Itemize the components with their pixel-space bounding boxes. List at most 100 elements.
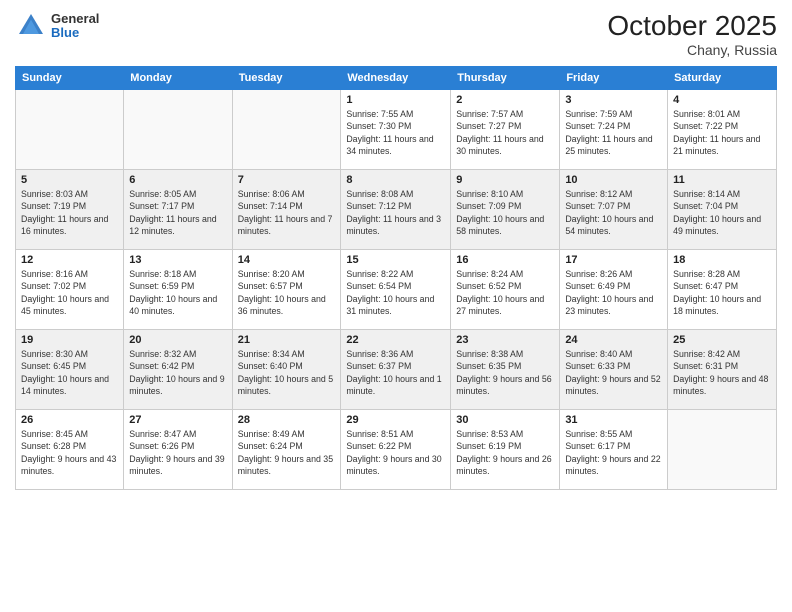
table-row: 21Sunrise: 8:34 AM Sunset: 6:40 PM Dayli…: [232, 330, 341, 410]
table-row: 5Sunrise: 8:03 AM Sunset: 7:19 PM Daylig…: [16, 170, 124, 250]
table-row: 25 Sunrise: 8:42 AM Sunset: 6:31 PM Dayli…: [668, 330, 777, 410]
day-number: 29: [346, 414, 445, 426]
table-row: 3Sunrise: 7:59 AM Sunset: 7:24 PM Daylig…: [560, 90, 668, 170]
day-number: 1: [346, 94, 445, 106]
day-info: Sunrise: 8:34 AM Sunset: 6:40 PM Dayligh…: [238, 348, 336, 397]
col-monday: Monday: [124, 67, 232, 90]
table-row: 1Sunrise: 7:55 AM Sunset: 7:30 PM Daylig…: [341, 90, 451, 170]
day-info: Sunrise: 8:08 AM Sunset: 7:12 PM Dayligh…: [346, 188, 445, 237]
table-row: 23 Sunrise: 8:38 AM Sunset: 6:35 PM Dayli…: [451, 330, 560, 410]
day-number: 31: [565, 414, 662, 426]
day-number: 16: [456, 254, 554, 266]
col-sunday: Sunday: [16, 67, 124, 90]
day-info: Sunrise: 8:40 AM Sunset: 6:33 PM Dayligh…: [565, 348, 662, 397]
day-number: 6: [129, 174, 226, 186]
day-info: Sunrise: 8:28 AM Sunset: 6:47 PM Dayligh…: [673, 268, 771, 317]
logo-icon: [15, 10, 47, 42]
day-number: 30: [456, 414, 554, 426]
day-info: Sunrise: 8:47 AM Sunset: 6:26 PM Dayligh…: [129, 428, 226, 477]
day-number: 24: [565, 334, 662, 346]
day-number: 5: [21, 174, 118, 186]
logo-blue: Blue: [51, 26, 99, 40]
table-row: 26Sunrise: 8:45 AM Sunset: 6:28 PM Dayli…: [16, 410, 124, 490]
calendar-header: Sunday Monday Tuesday Wednesday Thursday…: [16, 67, 777, 90]
day-info: Sunrise: 8:51 AM Sunset: 6:22 PM Dayligh…: [346, 428, 445, 477]
day-number: 9: [456, 174, 554, 186]
col-tuesday: Tuesday: [232, 67, 341, 90]
day-info: Sunrise: 8:49 AM Sunset: 6:24 PM Dayligh…: [238, 428, 336, 477]
table-row: 2 Sunrise: 7:57 AM Sunset: 7:27 PM Daylig…: [451, 90, 560, 170]
day-info: Sunrise: 8:26 AM Sunset: 6:49 PM Dayligh…: [565, 268, 662, 317]
day-number: 27: [129, 414, 226, 426]
table-row: 8 Sunrise: 8:08 AM Sunset: 7:12 PM Daylig…: [341, 170, 451, 250]
day-number: 14: [238, 254, 336, 266]
day-info: Sunrise: 8:30 AM Sunset: 6:45 PM Dayligh…: [21, 348, 118, 397]
title-block: October 2025 Chany, Russia: [607, 10, 777, 58]
col-saturday: Saturday: [668, 67, 777, 90]
table-row: [668, 410, 777, 490]
table-row: 6Sunrise: 8:05 AM Sunset: 7:17 PM Daylig…: [124, 170, 232, 250]
header-row: Sunday Monday Tuesday Wednesday Thursday…: [16, 67, 777, 90]
calendar-row: 19Sunrise: 8:30 AM Sunset: 6:45 PM Dayli…: [16, 330, 777, 410]
day-info: Sunrise: 8:53 AM Sunset: 6:19 PM Dayligh…: [456, 428, 554, 477]
day-number: 23: [456, 334, 554, 346]
calendar: Sunday Monday Tuesday Wednesday Thursday…: [15, 66, 777, 490]
day-info: Sunrise: 8:01 AM Sunset: 7:22 PM Dayligh…: [673, 108, 771, 157]
day-number: 15: [346, 254, 445, 266]
day-info: Sunrise: 7:57 AM Sunset: 7:27 PM Dayligh…: [456, 108, 554, 157]
day-info: Sunrise: 8:10 AM Sunset: 7:09 PM Dayligh…: [456, 188, 554, 237]
table-row: 16 Sunrise: 8:24 AM Sunset: 6:52 PM Dayli…: [451, 250, 560, 330]
table-row: 12 Sunrise: 8:16 AM Sunset: 7:02 PM Dayli…: [16, 250, 124, 330]
day-number: 12: [21, 254, 118, 266]
day-number: 13: [129, 254, 226, 266]
header: General Blue October 2025 Chany, Russia: [15, 10, 777, 58]
day-number: 2: [456, 94, 554, 106]
day-number: 20: [129, 334, 226, 346]
col-thursday: Thursday: [451, 67, 560, 90]
day-number: 22: [346, 334, 445, 346]
table-row: 29 Sunrise: 8:51 AM Sunset: 6:22 PM Dayli…: [341, 410, 451, 490]
calendar-body: 1Sunrise: 7:55 AM Sunset: 7:30 PM Daylig…: [16, 90, 777, 490]
day-number: 26: [21, 414, 118, 426]
table-row: 13 Sunrise: 8:18 AM Sunset: 6:59 PM Dayli…: [124, 250, 232, 330]
day-number: 4: [673, 94, 771, 106]
calendar-row: 1Sunrise: 7:55 AM Sunset: 7:30 PM Daylig…: [16, 90, 777, 170]
day-number: 10: [565, 174, 662, 186]
table-row: 28 Sunrise: 8:49 AM Sunset: 6:24 PM Dayli…: [232, 410, 341, 490]
month-year: October 2025: [607, 10, 777, 42]
day-info: Sunrise: 8:18 AM Sunset: 6:59 PM Dayligh…: [129, 268, 226, 317]
page: General Blue October 2025 Chany, Russia …: [0, 0, 792, 612]
table-row: 31Sunrise: 8:55 AM Sunset: 6:17 PM Dayli…: [560, 410, 668, 490]
day-info: Sunrise: 8:14 AM Sunset: 7:04 PM Dayligh…: [673, 188, 771, 237]
logo: General Blue: [15, 10, 99, 42]
table-row: 11Sunrise: 8:14 AM Sunset: 7:04 PM Dayli…: [668, 170, 777, 250]
day-info: Sunrise: 8:42 AM Sunset: 6:31 PM Dayligh…: [673, 348, 771, 397]
calendar-row: 12 Sunrise: 8:16 AM Sunset: 7:02 PM Dayli…: [16, 250, 777, 330]
day-info: Sunrise: 8:24 AM Sunset: 6:52 PM Dayligh…: [456, 268, 554, 317]
table-row: 15 Sunrise: 8:22 AM Sunset: 6:54 PM Dayli…: [341, 250, 451, 330]
day-number: 18: [673, 254, 771, 266]
day-number: 8: [346, 174, 445, 186]
day-number: 25: [673, 334, 771, 346]
day-number: 28: [238, 414, 336, 426]
table-row: [124, 90, 232, 170]
table-row: [16, 90, 124, 170]
day-info: Sunrise: 8:38 AM Sunset: 6:35 PM Dayligh…: [456, 348, 554, 397]
table-row: 20Sunrise: 8:32 AM Sunset: 6:42 PM Dayli…: [124, 330, 232, 410]
table-row: 7Sunrise: 8:06 AM Sunset: 7:14 PM Daylig…: [232, 170, 341, 250]
calendar-row: 5Sunrise: 8:03 AM Sunset: 7:19 PM Daylig…: [16, 170, 777, 250]
table-row: 14Sunrise: 8:20 AM Sunset: 6:57 PM Dayli…: [232, 250, 341, 330]
table-row: 27 Sunrise: 8:47 AM Sunset: 6:26 PM Dayli…: [124, 410, 232, 490]
day-number: 3: [565, 94, 662, 106]
day-info: Sunrise: 8:12 AM Sunset: 7:07 PM Dayligh…: [565, 188, 662, 237]
table-row: 19Sunrise: 8:30 AM Sunset: 6:45 PM Dayli…: [16, 330, 124, 410]
day-info: Sunrise: 8:36 AM Sunset: 6:37 PM Dayligh…: [346, 348, 445, 397]
logo-general: General: [51, 12, 99, 26]
col-wednesday: Wednesday: [341, 67, 451, 90]
day-number: 17: [565, 254, 662, 266]
table-row: 18 Sunrise: 8:28 AM Sunset: 6:47 PM Dayli…: [668, 250, 777, 330]
table-row: [232, 90, 341, 170]
day-info: Sunrise: 8:22 AM Sunset: 6:54 PM Dayligh…: [346, 268, 445, 317]
table-row: 30 Sunrise: 8:53 AM Sunset: 6:19 PM Dayli…: [451, 410, 560, 490]
day-info: Sunrise: 8:16 AM Sunset: 7:02 PM Dayligh…: [21, 268, 118, 317]
